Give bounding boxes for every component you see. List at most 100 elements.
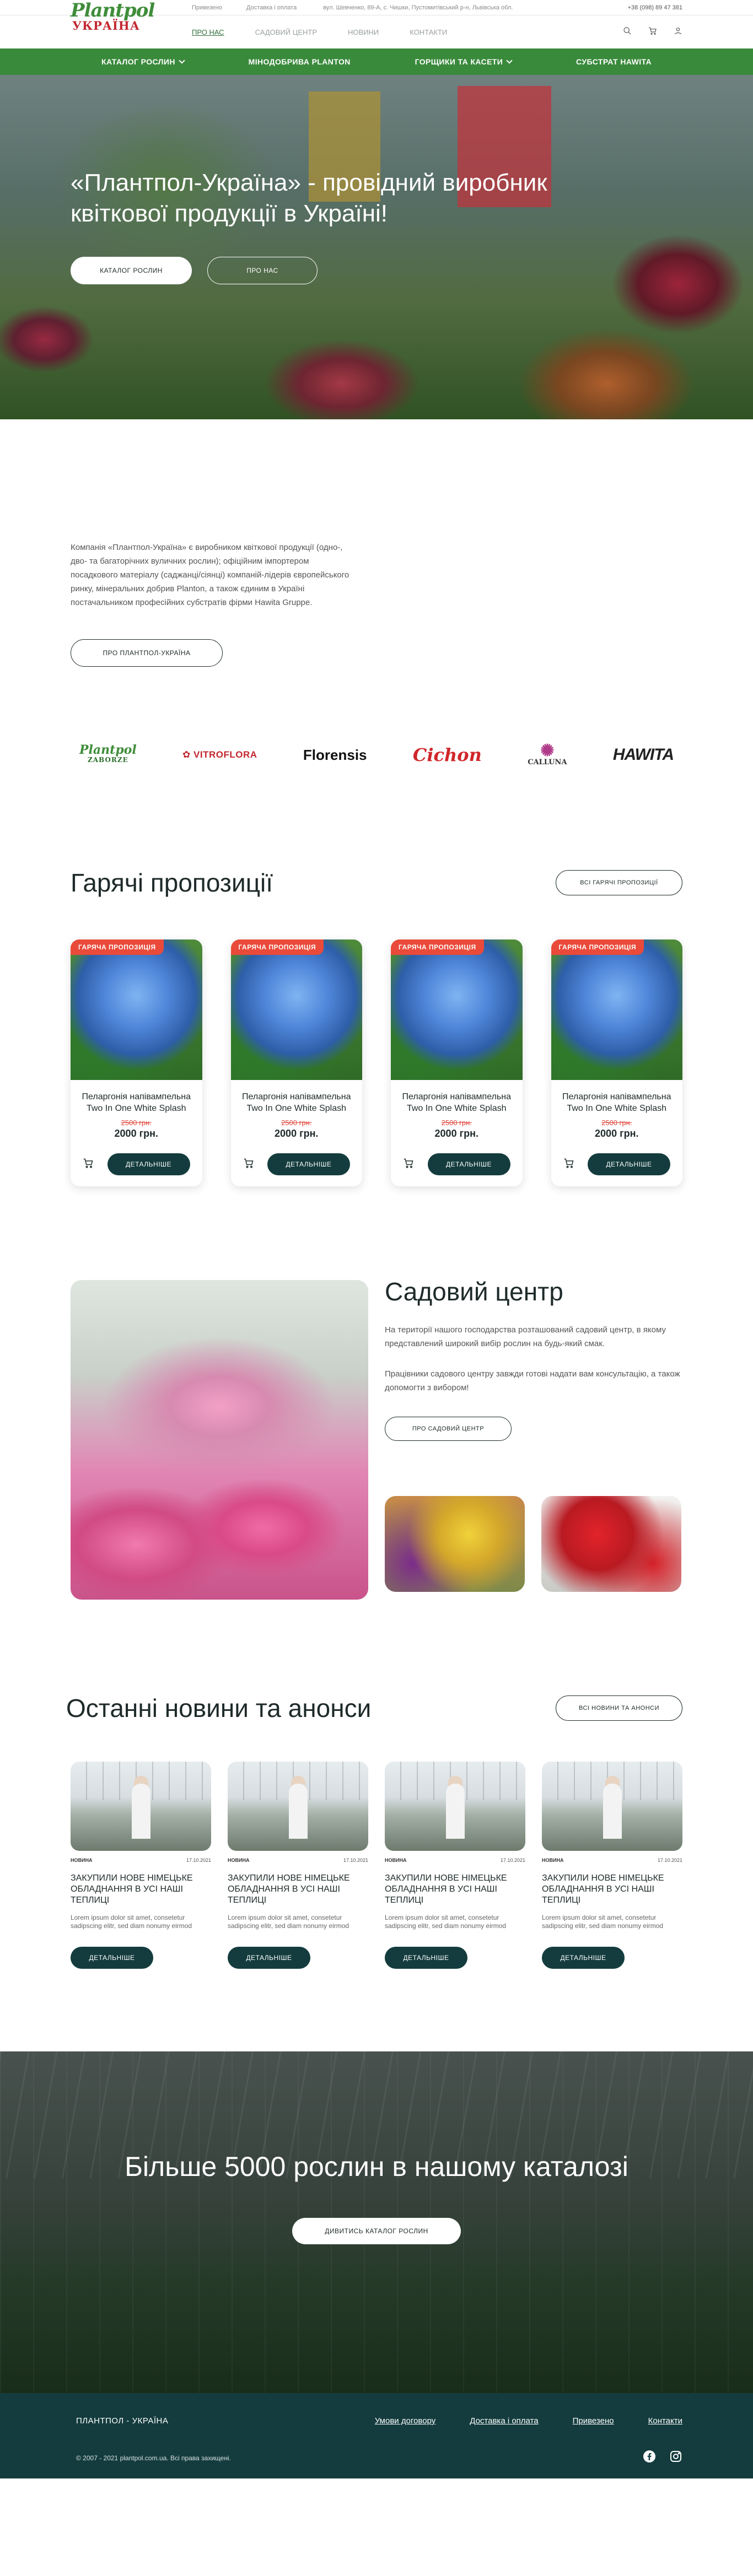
news-title: Останні новини та анонси bbox=[66, 1694, 372, 1722]
logo-text: Plantpol bbox=[71, 0, 155, 21]
phone[interactable]: +38 (098) 89 47 381 bbox=[628, 4, 682, 11]
logo[interactable]: Plantpol УКРАЇНА bbox=[71, 1, 157, 34]
cart-icon[interactable] bbox=[648, 26, 657, 38]
catnav-plants[interactable]: Каталог рослин bbox=[101, 57, 185, 66]
about-text: Компанія «Плантпол-Україна» є виробником… bbox=[71, 543, 349, 607]
partner-logo-florensis: Florensis bbox=[303, 746, 367, 763]
hot-badge: Гаряча пропозиція bbox=[71, 939, 164, 955]
nav-news[interactable]: Новини bbox=[348, 28, 379, 36]
product-card[interactable]: Гаряча пропозиція Пеларгонія напівампель… bbox=[551, 939, 683, 1186]
footer-link-delivered[interactable]: Привезено bbox=[573, 2416, 614, 2426]
details-button[interactable]: Детальніше bbox=[267, 1153, 350, 1175]
product-image[interactable]: Гаряча пропозиція bbox=[71, 939, 202, 1080]
news-headline[interactable]: Закупили нове німецьке обладнання в усі … bbox=[71, 1873, 211, 1906]
news-tag: Новина bbox=[71, 1857, 93, 1863]
catnav-fertilizers[interactable]: Мінодобрива Planton bbox=[249, 57, 351, 66]
nav-about[interactable]: Про нас bbox=[192, 28, 224, 36]
facebook-icon[interactable] bbox=[643, 2450, 656, 2466]
news-excerpt: Lorem ipsum dolor sit amet, consetetur s… bbox=[228, 1914, 349, 1930]
details-button[interactable]: Детальніше bbox=[588, 1153, 670, 1175]
partner-sub: ZABORZE bbox=[87, 756, 128, 764]
nav-garden-center[interactable]: Садовий центр bbox=[255, 28, 317, 36]
header-icons bbox=[623, 26, 682, 38]
product-title[interactable]: Пеларгонія напівампельна Two In One Whit… bbox=[391, 1091, 523, 1114]
add-to-cart-icon[interactable] bbox=[83, 1158, 94, 1171]
product-list: Гаряча пропозиція Пеларгонія напівампель… bbox=[71, 939, 682, 1186]
news-excerpt: Lorem ipsum dolor sit amet, consetetur s… bbox=[71, 1914, 192, 1930]
news-headline[interactable]: Закупили нове німецьке обладнання в усі … bbox=[542, 1873, 682, 1906]
add-to-cart-icon[interactable] bbox=[243, 1158, 254, 1171]
view-catalog-button[interactable]: Дивитись каталог рослин bbox=[292, 2218, 461, 2244]
product-image[interactable]: Гаряча пропозиція bbox=[551, 939, 682, 1080]
partner-logo-calluna: ✺ CALLUNA bbox=[528, 741, 567, 766]
nav-contacts[interactable]: Контакти bbox=[410, 28, 447, 36]
news-image[interactable] bbox=[385, 1762, 525, 1851]
hot-offers-section: Гарячі пропозиції Всі гарячі пропозиції … bbox=[71, 868, 682, 1186]
product-title[interactable]: Пеларгонія напівампельна Two In One Whit… bbox=[71, 1091, 202, 1114]
news-image[interactable] bbox=[71, 1762, 211, 1851]
hot-offers-title: Гарячі пропозиції bbox=[71, 868, 273, 897]
garden-image-yellow bbox=[385, 1496, 525, 1592]
news-headline[interactable]: Закупили нове німецьке обладнання в усі … bbox=[228, 1873, 368, 1906]
footer-link-terms[interactable]: Умови договору bbox=[375, 2416, 435, 2426]
old-price: 2500 грн. bbox=[601, 1119, 632, 1127]
news-excerpt: Lorem ipsum dolor sit amet, consetetur s… bbox=[542, 1914, 664, 1930]
product-card[interactable]: Гаряча пропозиція Пеларгонія напівампель… bbox=[71, 939, 202, 1186]
hot-badge: Гаряча пропозиція bbox=[551, 939, 644, 955]
catnav-label: Горщики та касети bbox=[415, 57, 503, 66]
about-button[interactable]: Про Плантпол-Україна bbox=[71, 639, 223, 667]
footer: Плантпол - Україна Умови договору Достав… bbox=[0, 2393, 753, 2478]
hero-catalog-button[interactable]: Каталог рослин bbox=[71, 257, 192, 284]
news-details-button[interactable]: Детальніше bbox=[228, 1947, 310, 1969]
catnav-pots[interactable]: Горщики та касети bbox=[415, 57, 513, 66]
product-card[interactable]: Гаряча пропозиція Пеларгонія напівампель… bbox=[230, 939, 363, 1186]
garden-center-section: Садовий центр На території нашого господ… bbox=[71, 1277, 682, 1600]
all-hot-offers-button[interactable]: Всі гарячі пропозиції bbox=[556, 870, 682, 895]
chevron-down-icon bbox=[179, 57, 185, 64]
price: 2000 грн. bbox=[275, 1128, 319, 1139]
add-to-cart-icon[interactable] bbox=[403, 1158, 414, 1171]
news-tag: Новина bbox=[228, 1857, 250, 1863]
news-image[interactable] bbox=[228, 1762, 368, 1851]
product-card[interactable]: Гаряча пропозиція Пеларгонія напівампель… bbox=[391, 939, 523, 1186]
hero-title: «Плантпол-Україна» - провідний виробник … bbox=[71, 169, 547, 227]
partner-logo-plantpol: Plantpol ZABORZE bbox=[79, 744, 137, 765]
top-link-delivered[interactable]: Привезено bbox=[192, 4, 222, 11]
garden-title: Садовий центр bbox=[385, 1277, 563, 1306]
product-image[interactable]: Гаряча пропозиція bbox=[230, 939, 362, 1080]
details-button[interactable]: Детальніше bbox=[107, 1153, 190, 1175]
search-icon[interactable] bbox=[623, 26, 632, 38]
details-button[interactable]: Детальніше bbox=[427, 1153, 510, 1175]
partner-logo-vitroflora: ✿ VITROFLORA bbox=[182, 749, 257, 760]
news-details-button[interactable]: Детальніше bbox=[385, 1947, 467, 1969]
instagram-icon[interactable] bbox=[669, 2450, 682, 2466]
all-news-button[interactable]: Всі новини та анонси bbox=[556, 1695, 682, 1721]
catnav-label: Каталог рослин bbox=[101, 57, 175, 66]
product-image[interactable]: Гаряча пропозиція bbox=[391, 939, 523, 1080]
category-nav: Каталог рослин Мінодобрива Planton Горщи… bbox=[0, 48, 753, 75]
hero-about-button[interactable]: Про нас bbox=[207, 257, 318, 284]
news-date: 17.10.2021 bbox=[186, 1857, 211, 1863]
news-headline[interactable]: Закупили нове німецьке обладнання в усі … bbox=[385, 1873, 525, 1906]
top-link-delivery[interactable]: Доставка і оплата bbox=[246, 4, 297, 11]
news-card: Новина 17.10.2021 Закупили нове німецьке … bbox=[385, 1762, 525, 1969]
news-card: Новина 17.10.2021 Закупили нове німецьке … bbox=[71, 1762, 211, 1969]
news-details-button[interactable]: Детальніше bbox=[71, 1947, 153, 1969]
product-title[interactable]: Пеларгонія напівампельна Two In One Whit… bbox=[231, 1091, 363, 1114]
news-image[interactable] bbox=[542, 1762, 682, 1851]
hot-badge: Гаряча пропозиція bbox=[391, 939, 484, 955]
footer-link-delivery[interactable]: Доставка і оплата bbox=[470, 2416, 538, 2426]
user-icon[interactable] bbox=[674, 26, 682, 38]
logo-subtext: УКРАЇНА bbox=[72, 19, 140, 33]
hero: «Плантпол-Україна» - провідний виробник … bbox=[0, 75, 753, 419]
footer-link-contacts[interactable]: Контакти bbox=[648, 2416, 682, 2426]
main-nav: Про нас Садовий центр Новини Контакти bbox=[192, 28, 447, 36]
garden-text-1: На території нашого господарства розташо… bbox=[385, 1325, 666, 1348]
product-title[interactable]: Пеларгонія напівампельна Two In One Whit… bbox=[551, 1091, 683, 1114]
add-to-cart-icon[interactable] bbox=[563, 1158, 574, 1171]
header: Plantpol УКРАЇНА Про нас Садовий центр Н… bbox=[0, 1, 753, 48]
garden-center-button[interactable]: Про садовий центр bbox=[385, 1417, 512, 1441]
news-details-button[interactable]: Детальніше bbox=[542, 1947, 625, 1969]
news-tag: Новина bbox=[542, 1857, 564, 1863]
catnav-substrate[interactable]: Субстрат Hawita bbox=[576, 57, 652, 66]
